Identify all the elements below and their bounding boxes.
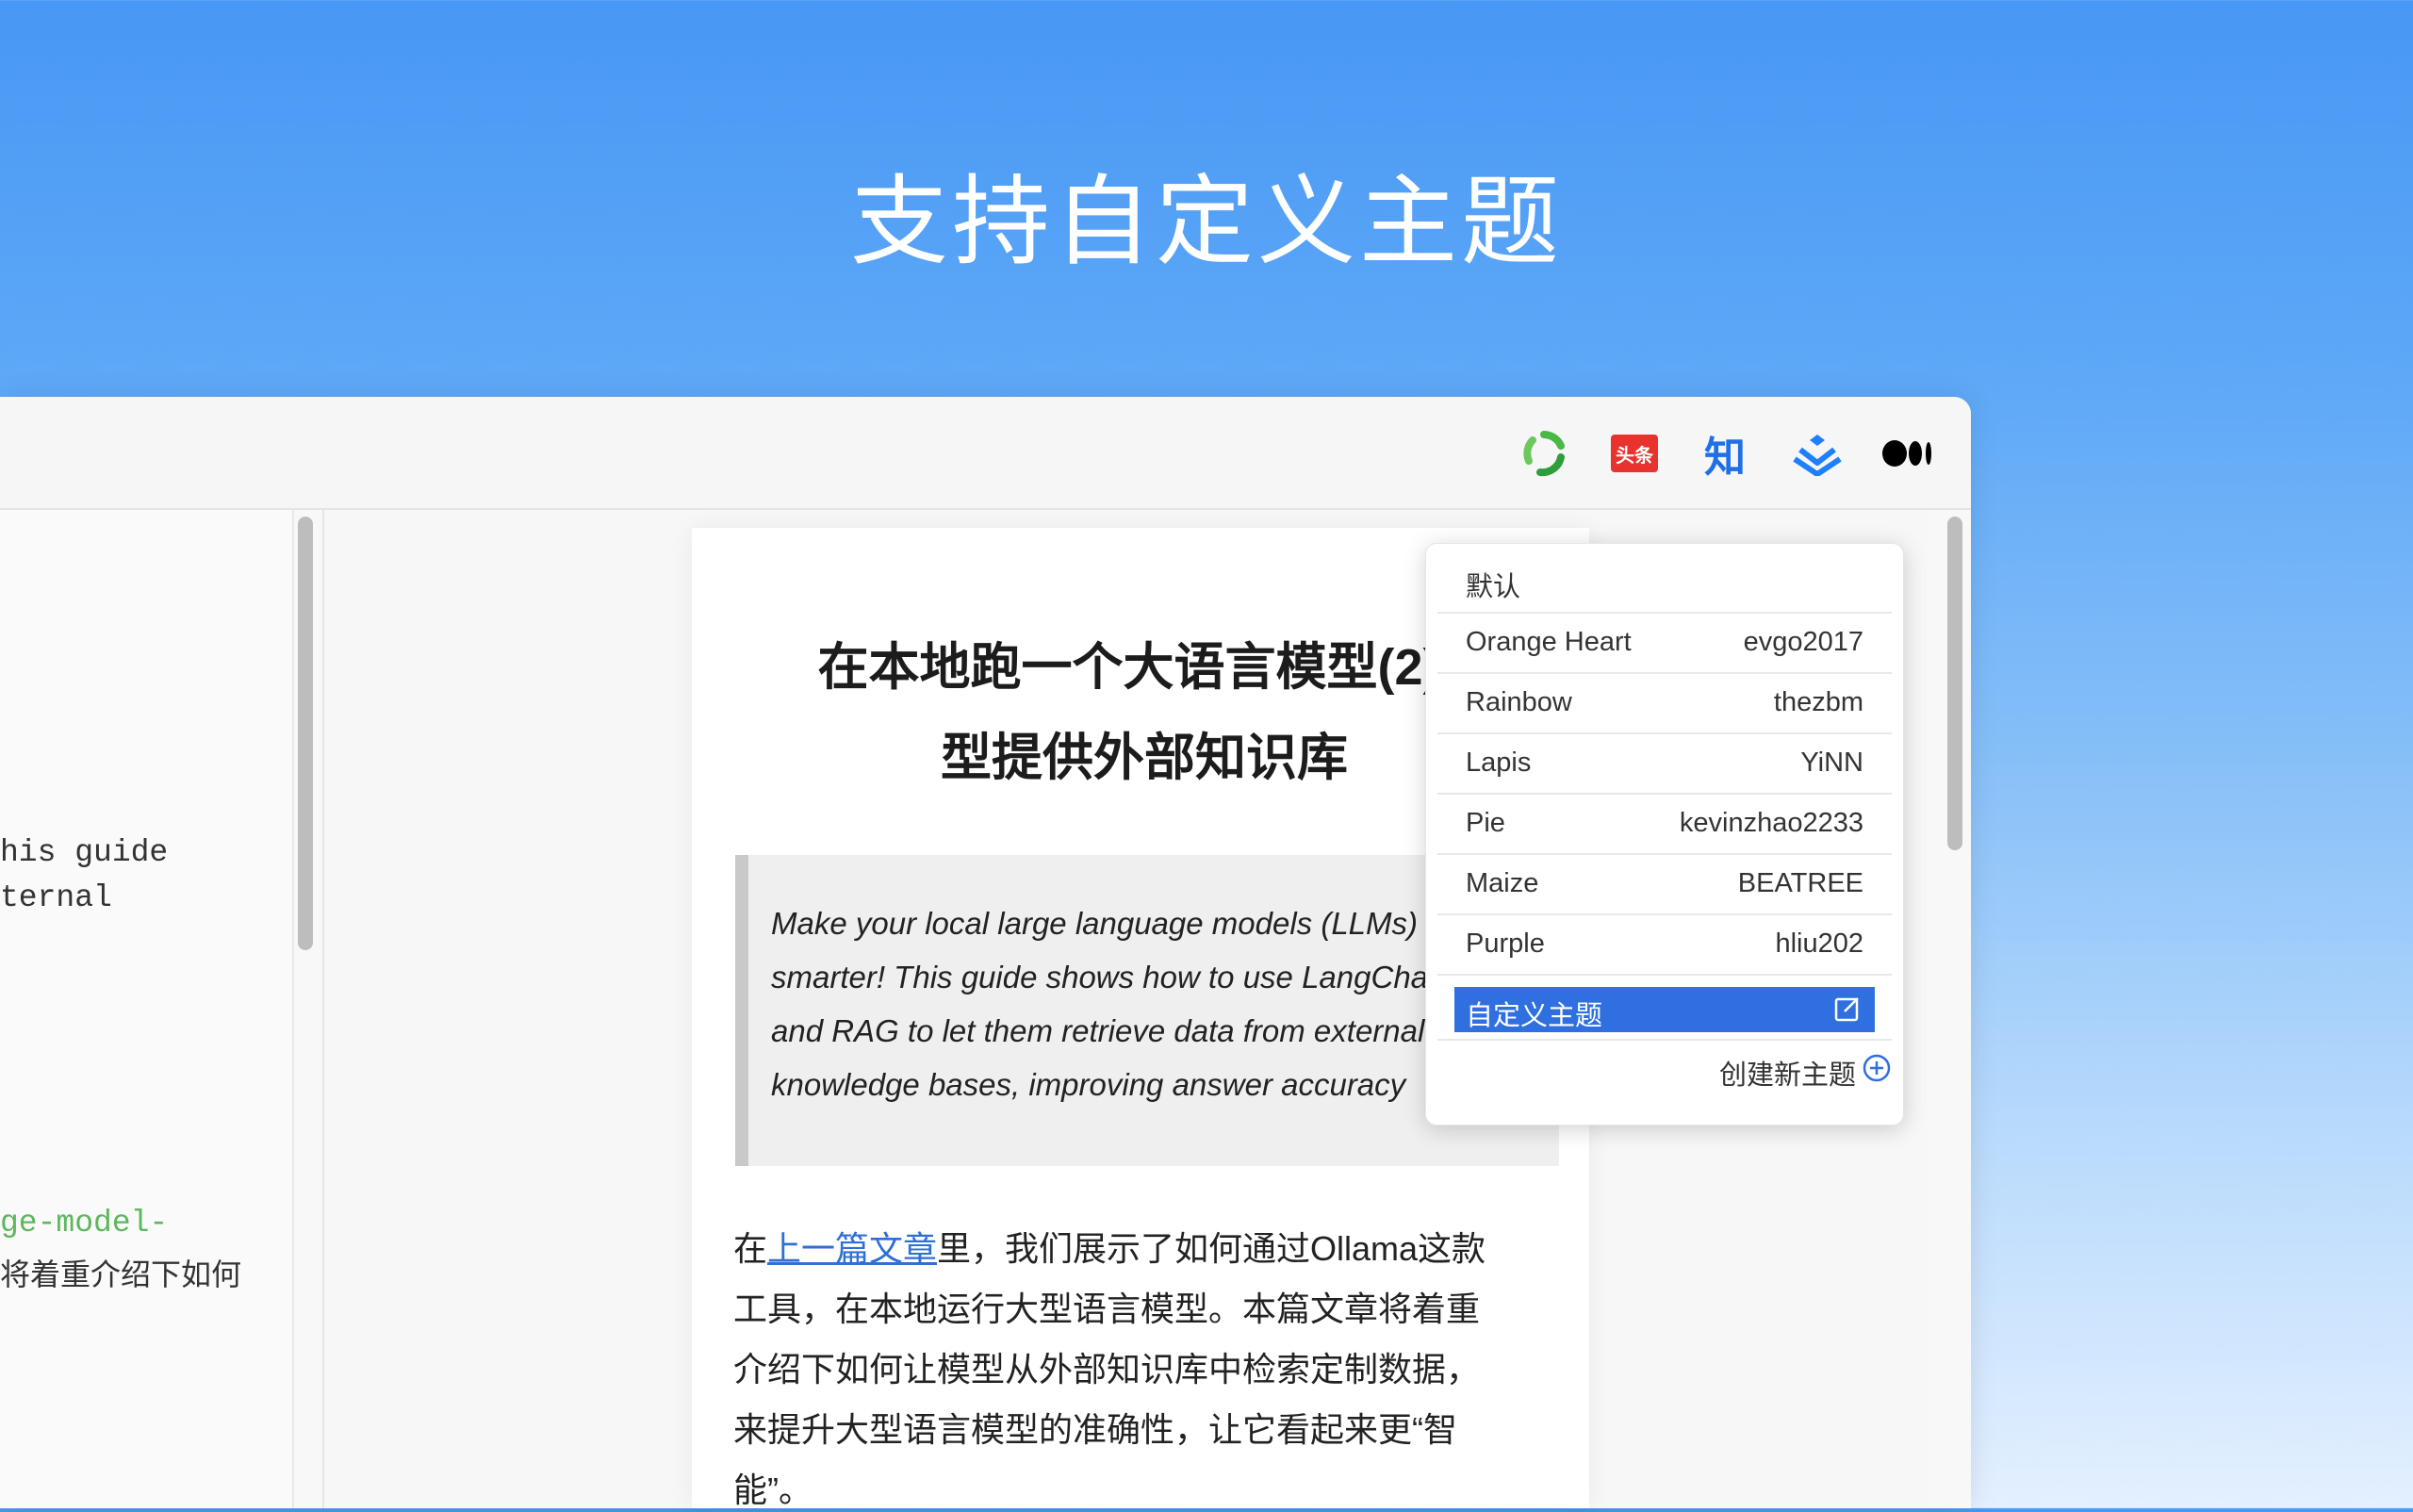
juejin-icon[interactable] bbox=[1789, 425, 1846, 482]
hero-title: 支持自定义主题 bbox=[849, 168, 1563, 277]
zhihu-label: 知 bbox=[1704, 435, 1746, 481]
source-line: ternal bbox=[0, 880, 112, 915]
theme-author: hliu202 bbox=[1775, 929, 1863, 959]
menu-divider bbox=[1437, 1039, 1892, 1041]
theme-author: YiNN bbox=[1800, 748, 1863, 778]
zhihu-icon[interactable]: 知 bbox=[1697, 425, 1753, 482]
theme-author: kevinzhao2233 bbox=[1679, 808, 1863, 838]
toutiao-label: 头条 bbox=[1611, 435, 1658, 472]
menu-item-theme[interactable]: Lapis YiNN bbox=[1437, 732, 1892, 795]
source-line: his guide bbox=[0, 835, 169, 870]
source-link-line: ge-model- bbox=[0, 1206, 169, 1241]
paragraph-prefix: 在 bbox=[733, 1229, 768, 1268]
theme-dropdown-menu: 默认 Orange Heart evgo2017 Rainbow thezbm … bbox=[1425, 543, 1904, 1126]
menu-item-theme[interactable]: Purple hliu202 bbox=[1437, 913, 1892, 976]
create-theme-label[interactable]: 创建新主题 bbox=[1719, 1053, 1856, 1093]
theme-name: Orange Heart bbox=[1466, 627, 1632, 657]
previous-article-link[interactable]: 上一篇文章 bbox=[767, 1229, 937, 1268]
medium-icon[interactable] bbox=[1880, 425, 1936, 482]
theme-name: Lapis bbox=[1466, 748, 1532, 778]
edit-icon[interactable] bbox=[1833, 994, 1862, 1023]
theme-name: Pie bbox=[1466, 808, 1505, 838]
menu-item-theme[interactable]: Pie kevinzhao2233 bbox=[1437, 793, 1892, 855]
menu-item-theme[interactable]: Maize BEATREE bbox=[1437, 853, 1892, 915]
paragraph-line: 来提升大型语言模型的准确性，让它看起来更“智 bbox=[733, 1410, 1457, 1449]
theme-author: BEATREE bbox=[1737, 868, 1863, 898]
quote-line: smarter! This guide shows how to use Lan… bbox=[771, 960, 1453, 994]
menu-item-default[interactable]: 默认 bbox=[1466, 565, 1520, 604]
toolbar: 头条 知 bbox=[0, 397, 1971, 510]
theme-name: Rainbow bbox=[1466, 687, 1572, 717]
menu-item-theme[interactable]: Orange Heart evgo2017 bbox=[1437, 612, 1892, 674]
quote-line: and RAG to let them retrieve data from e… bbox=[771, 1013, 1425, 1048]
paragraph-line: 工具，在本地运行大型语言模型。本篇文章将着重 bbox=[733, 1290, 1481, 1328]
theme-name: Purple bbox=[1466, 929, 1545, 959]
quote-line: knowledge bases, improving answer accura… bbox=[771, 1067, 1406, 1102]
theme-name: Maize bbox=[1466, 868, 1539, 898]
paragraph-line: 能”。 bbox=[733, 1471, 813, 1509]
menu-item-theme[interactable]: Rainbow thezbm bbox=[1437, 672, 1892, 734]
paragraph-line: 介绍下如何让模型从外部知识库中检索定制数据， bbox=[733, 1350, 1481, 1389]
custom-theme-label: 自定义主题 bbox=[1466, 1001, 1603, 1031]
wechat-icon[interactable] bbox=[1516, 425, 1572, 482]
paragraph-line: 在上一篇文章里，我们展示了如何通过Ollama这款 bbox=[733, 1222, 1486, 1271]
add-circle-icon[interactable] bbox=[1862, 1053, 1892, 1083]
paragraph-text: 里，我们展示了如何通过Ollama这款 bbox=[937, 1229, 1486, 1268]
markdown-source-pane[interactable]: his guide ternal ge-model- 将着重介绍下如何 bbox=[0, 510, 294, 1508]
theme-author: evgo2017 bbox=[1743, 627, 1863, 657]
source-scrollbar[interactable] bbox=[298, 517, 313, 950]
toutiao-icon[interactable]: 头条 bbox=[1606, 425, 1663, 482]
menu-item-custom-theme[interactable]: 自定义主题 bbox=[1454, 987, 1875, 1032]
preview-scrollbar[interactable] bbox=[1947, 517, 1962, 850]
quote-line: Make your local large language models (L… bbox=[771, 906, 1419, 941]
source-line: 将着重介绍下如何 bbox=[0, 1257, 242, 1292]
theme-author: thezbm bbox=[1773, 687, 1863, 717]
